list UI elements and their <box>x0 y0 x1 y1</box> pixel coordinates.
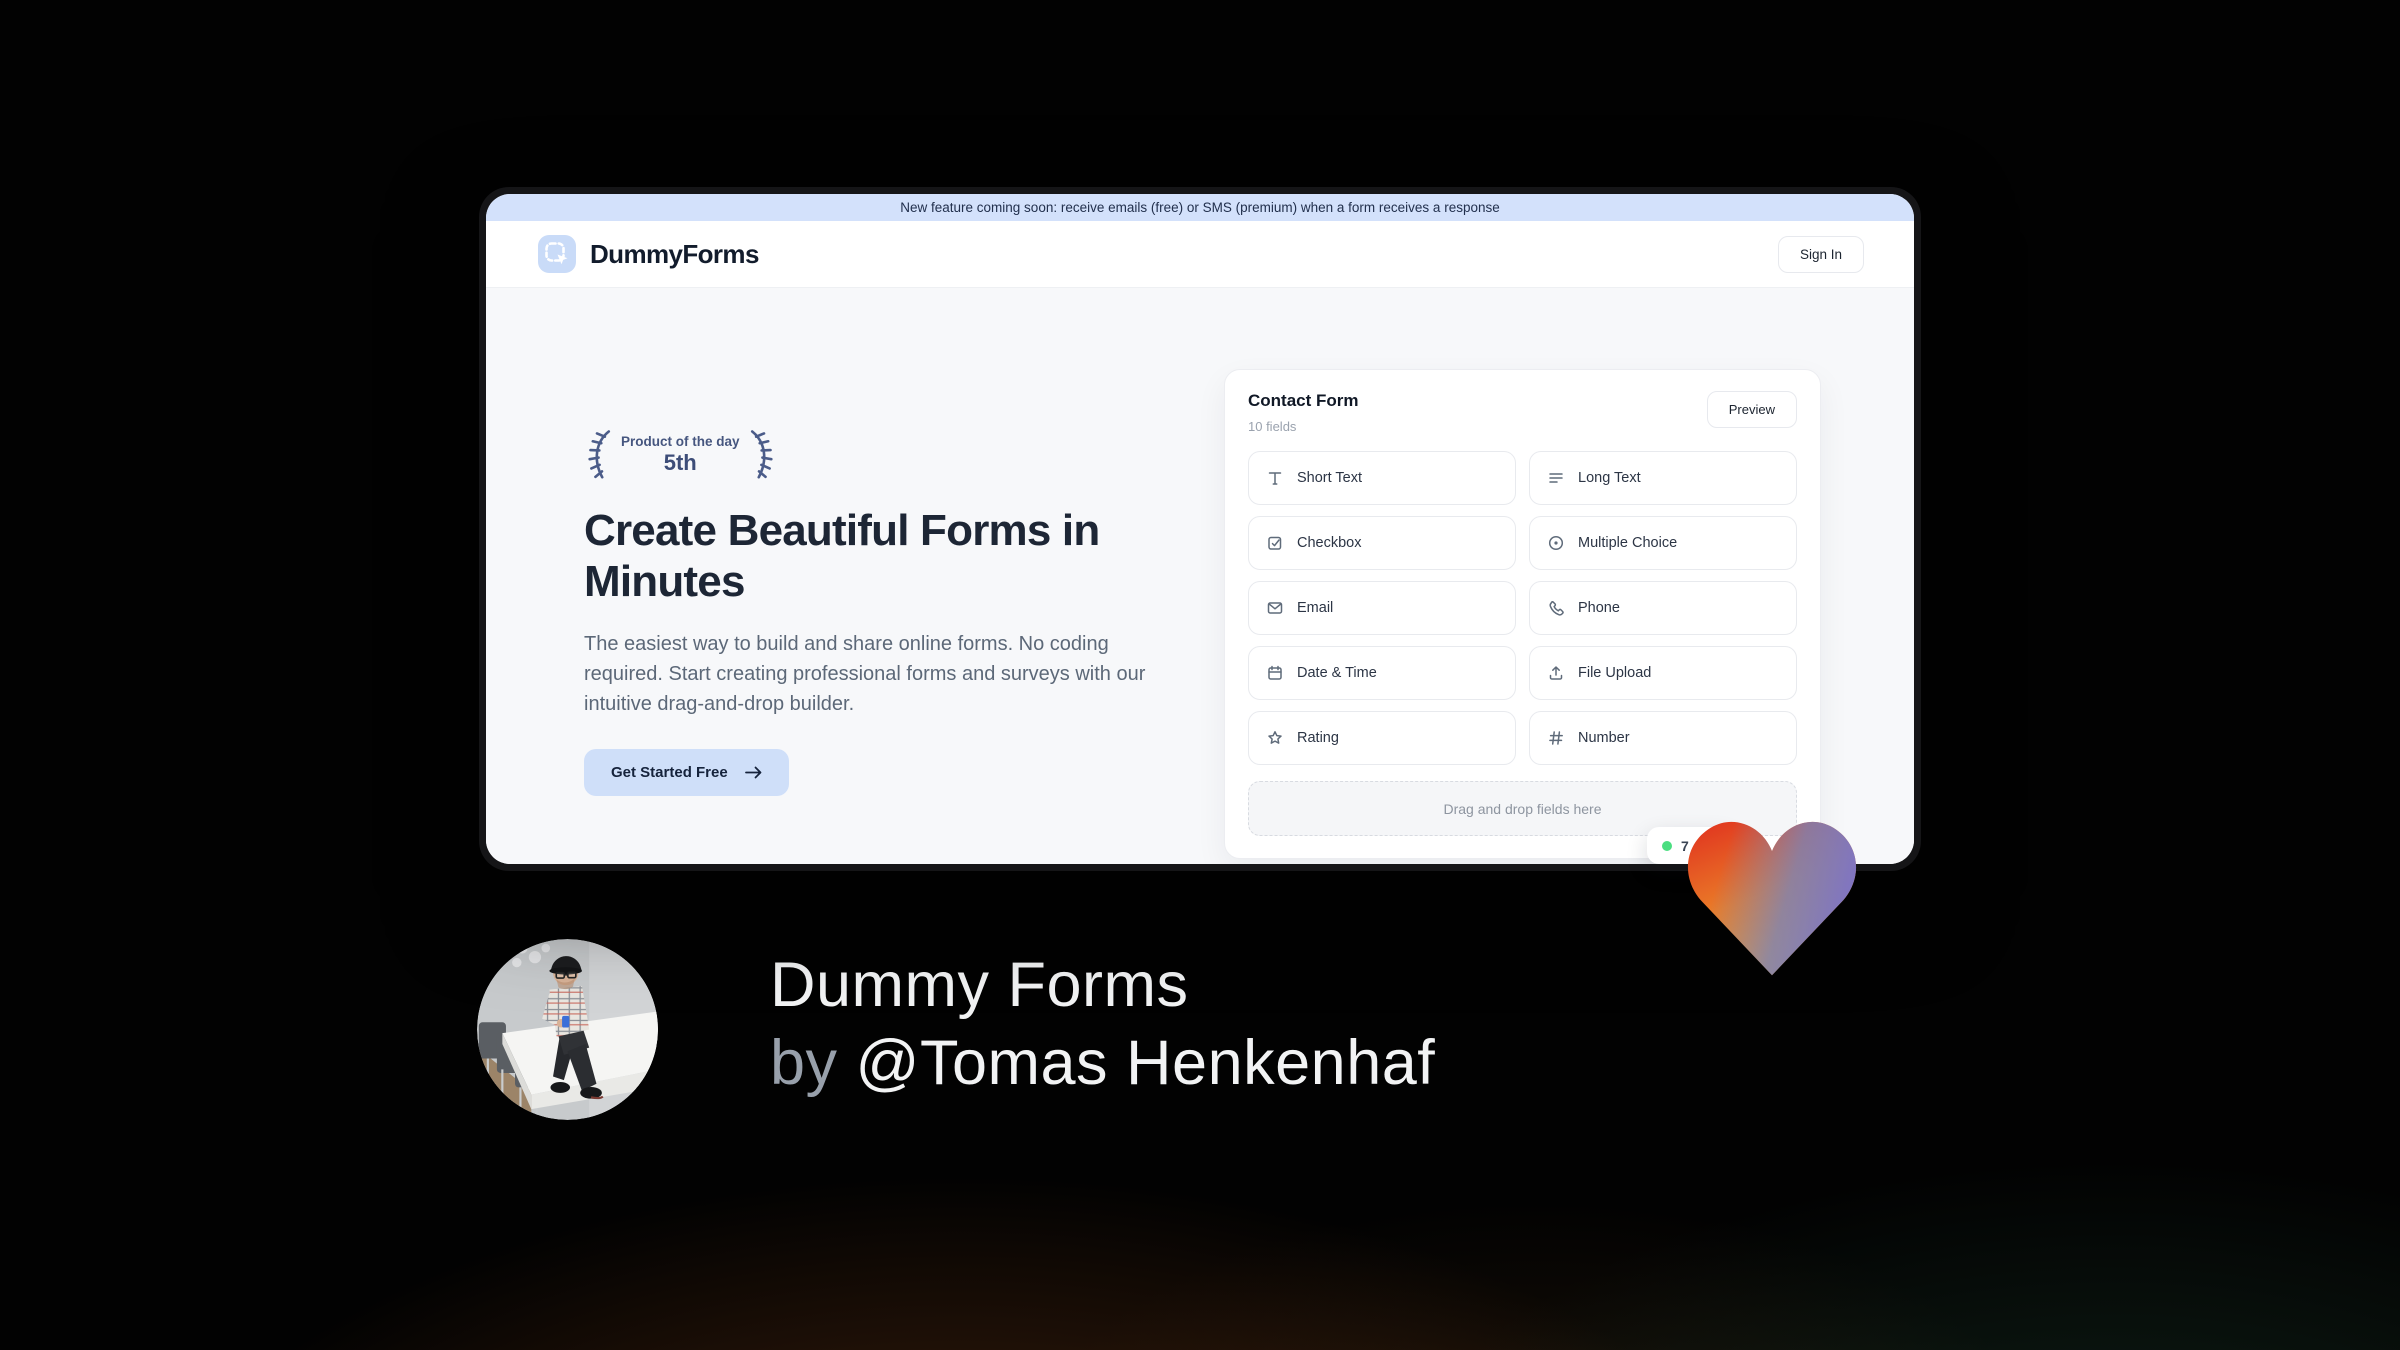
award-line2: 5th <box>663 450 697 475</box>
field-short-text[interactable]: Short Text <box>1248 451 1516 505</box>
calendar-icon <box>1268 665 1282 680</box>
byline-prefix: by <box>770 1028 856 1099</box>
byline-author: @Tomas Henkenhaf <box>855 1028 1436 1099</box>
hero-copy: Product of the day 5th Create Beautiful … <box>584 428 1164 797</box>
hero-title: Create Beautiful Forms in Minutes <box>584 506 1100 606</box>
product-of-the-day-badge: Product of the day 5th <box>580 428 1164 482</box>
gradient-heart-icon <box>1687 821 1857 976</box>
promo-canvas: New feature coming soon: receive emails … <box>0 0 2400 1350</box>
announcement-banner: New feature coming soon: receive emails … <box>486 194 1914 221</box>
drag-drop-text: Drag and drop fields here <box>1443 800 1602 817</box>
form-title: Contact Form <box>1248 391 1359 410</box>
form-builder-card: Contact Form 10 fields Preview Short Tex… <box>1224 369 1821 859</box>
award-text: Product of the day 5th <box>621 434 740 476</box>
announcement-text: New feature coming soon: receive emails … <box>900 200 1500 215</box>
multiple-choice-icon <box>1548 535 1564 551</box>
field-email[interactable]: Email <box>1248 581 1516 635</box>
laurel-left-icon <box>588 430 611 479</box>
hero-description: The easiest way to build and share onlin… <box>584 633 1146 716</box>
sign-in-button[interactable]: Sign In <box>1777 235 1864 273</box>
top-navigation: DummyForms Sign In <box>486 221 1914 288</box>
attribution-text: Dummy Forms by @Tomas Henkenhaf <box>770 946 1435 1102</box>
field-long-text[interactable]: Long Text <box>1529 451 1797 505</box>
checkbox-icon <box>1268 536 1282 550</box>
award-line1: Product of the day <box>621 434 740 449</box>
attribution-byline: by @Tomas Henkenhaf <box>770 1024 1435 1102</box>
field-file-upload[interactable]: File Upload <box>1529 646 1797 700</box>
attribution-title: Dummy Forms <box>770 950 1189 1020</box>
get-started-label: Get Started Free <box>611 764 728 782</box>
form-field-count: 10 fields <box>1248 419 1297 434</box>
author-avatar <box>477 939 658 1120</box>
hash-icon <box>1549 731 1563 745</box>
arrow-right-icon <box>744 766 762 779</box>
field-number[interactable]: Number <box>1529 711 1797 765</box>
dummyforms-page: New feature coming soon: receive emails … <box>486 194 1914 864</box>
hero-section: Product of the day 5th Create Beautiful … <box>486 288 1914 864</box>
envelope-icon <box>1267 602 1283 614</box>
brand-name: DummyForms <box>590 238 759 269</box>
field-checkbox[interactable]: Checkbox <box>1248 516 1516 570</box>
browser-window-frame: New feature coming soon: receive emails … <box>479 187 1921 871</box>
live-dot-icon <box>1662 840 1672 851</box>
field-rating[interactable]: Rating <box>1248 711 1516 765</box>
long-text-icon <box>1549 473 1563 483</box>
phone-icon <box>1549 601 1564 616</box>
laurel-right-icon <box>750 430 773 479</box>
field-multiple-choice[interactable]: Multiple Choice <box>1529 516 1797 570</box>
field-date-time[interactable]: Date & Time <box>1248 646 1516 700</box>
field-phone[interactable]: Phone <box>1529 581 1797 635</box>
get-started-button[interactable]: Get Started Free <box>584 749 789 797</box>
star-icon <box>1268 731 1282 744</box>
preview-button[interactable]: Preview <box>1706 391 1797 428</box>
field-type-grid: Short Text Long Text Checkbox Multiple C… <box>1248 451 1797 765</box>
form-builder-header: Contact Form 10 fields Preview <box>1248 391 1797 434</box>
upload-icon <box>1549 666 1563 680</box>
short-text-icon <box>1268 472 1282 485</box>
dummyforms-logo-icon <box>538 235 576 273</box>
